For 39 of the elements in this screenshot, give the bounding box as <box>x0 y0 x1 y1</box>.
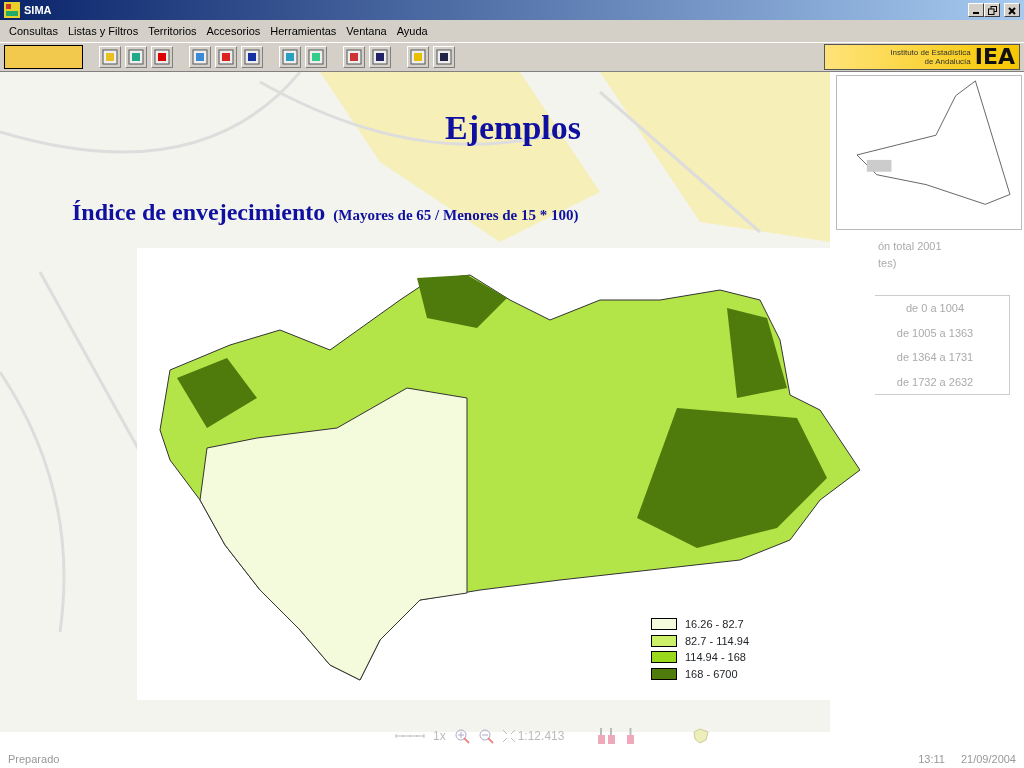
slide-heading: Índice de envejecimiento <box>72 198 326 227</box>
menu-item[interactable]: Ventana <box>341 20 392 42</box>
legend-label: de 1364 a 1731 <box>895 350 975 365</box>
close-icon <box>1008 6 1016 15</box>
menu-item[interactable]: Listas y Filtros <box>62 20 144 42</box>
map-scale: 1:12.413 <box>517 728 565 745</box>
window-title: SIMA <box>24 2 52 18</box>
logo-text: Instituto de Estadística <box>890 48 971 57</box>
status-text: Preparado <box>8 751 60 767</box>
legend-label: 168 - 6700 <box>685 666 738 682</box>
formula-text: (Mayores de 65 / Menores de 15 * 100) <box>333 206 579 225</box>
menu-item[interactable]: Consultas <box>4 20 63 42</box>
app-icon <box>4 2 20 18</box>
status-time: 13:11 <box>918 751 945 767</box>
logo-text: de Andalucía <box>923 57 971 66</box>
caption-text: ón total 2001 <box>877 239 943 254</box>
caption-text: tes) <box>877 255 898 271</box>
legend-label: 114.94 - 168 <box>685 650 746 665</box>
zoom-out-icon[interactable] <box>477 728 494 744</box>
legend-label: de 1005 a 1363 <box>895 325 975 341</box>
legend-label: 82.7 - 114.94 <box>685 633 749 649</box>
logo-mark: IEA <box>974 46 1015 68</box>
slide-title: Ejemplos <box>445 109 581 146</box>
restore-button[interactable] <box>984 3 1000 17</box>
menu-item[interactable]: Herramientas <box>265 20 342 42</box>
zoom-factor: 1x <box>433 728 446 745</box>
close-button[interactable] <box>1004 3 1020 17</box>
minimize-button[interactable] <box>968 3 984 17</box>
menu-item[interactable]: Ayuda <box>391 20 433 42</box>
status-date: 21/09/2004 <box>960 751 1016 767</box>
menu-item[interactable]: Accesorios <box>201 20 266 42</box>
ruler-icon <box>395 733 425 739</box>
legend-label: de 0 a 1004 <box>904 301 966 316</box>
legend-label: 16.26 - 82.7 <box>685 617 744 632</box>
menu-item[interactable]: Territorios <box>143 20 202 42</box>
restore-icon <box>987 6 997 16</box>
legend-label: de 1732 a 2632 <box>895 374 975 390</box>
zoom-in-icon[interactable] <box>453 728 470 744</box>
minimize-icon <box>973 12 979 14</box>
